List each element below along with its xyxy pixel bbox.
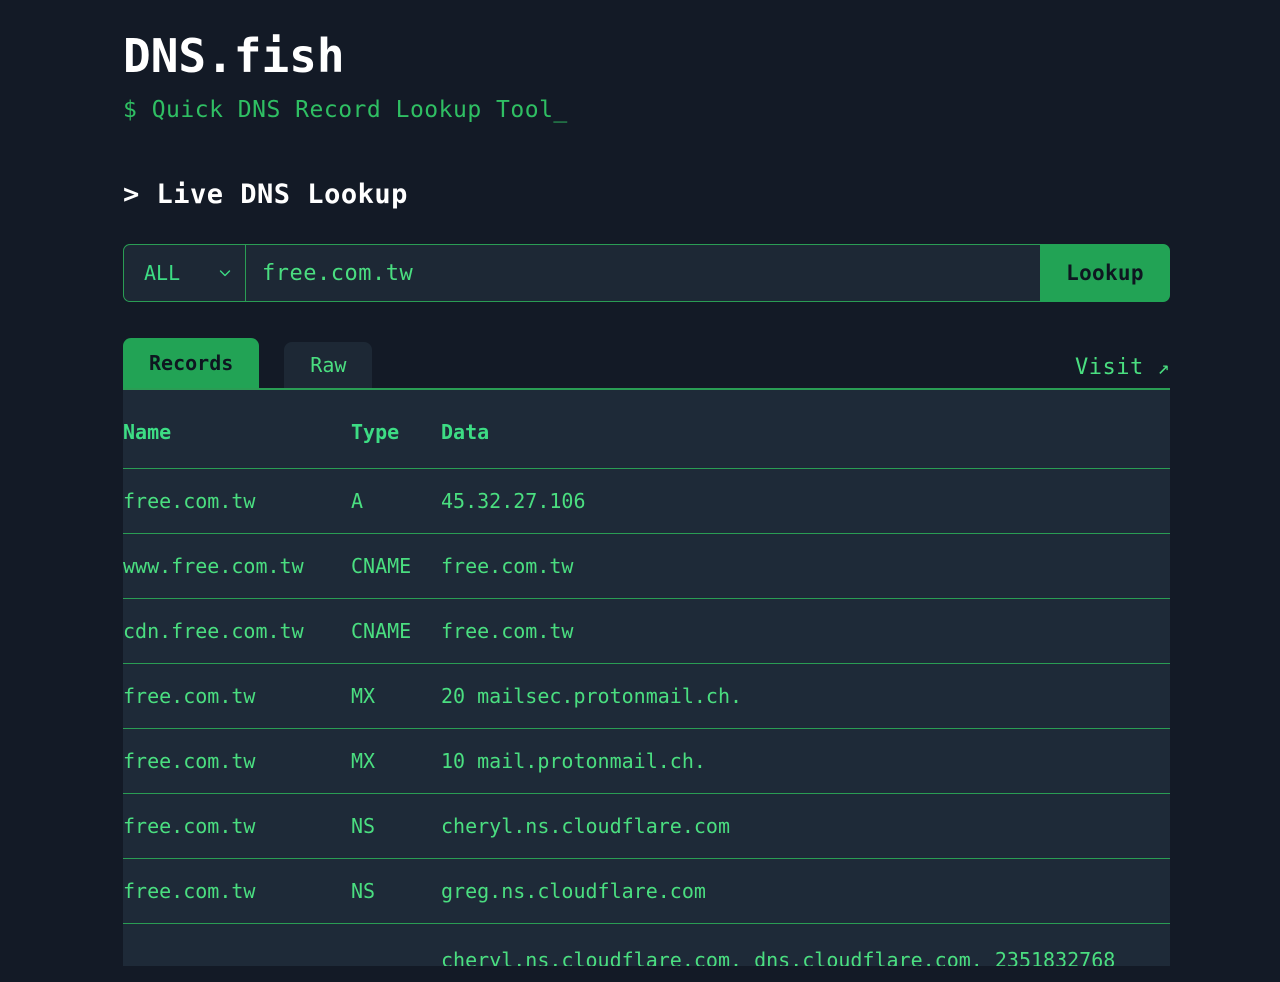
cell-name: free.com.tw [123, 468, 351, 535]
cell-type: MX [351, 663, 441, 730]
cell-data: greg.ns.cloudflare.com [441, 858, 1170, 925]
tab-raw[interactable]: Raw [284, 342, 373, 389]
table-row: free.com.tw NS greg.ns.cloudflare.com [123, 858, 1170, 925]
table-row: free.com.tw MX 20 mailsec.protonmail.ch. [123, 663, 1170, 730]
cell-type: NS [351, 793, 441, 860]
results-tabs: Records Raw Visit ↗ [123, 338, 1170, 389]
cell-name: free.com.tw [123, 923, 351, 967]
cell-data: cheryl.ns.cloudflare.com. dns.cloudflare… [441, 923, 1170, 967]
page-title: DNS.fish [123, 29, 345, 83]
cell-data: free.com.tw [441, 533, 1170, 600]
cell-name: free.com.tw [123, 663, 351, 730]
cell-type: CNAME [351, 598, 441, 665]
record-type-select-wrapper[interactable]: ALLAAAAACNAMEMXNSTXTSOA [123, 244, 245, 303]
records-table-head: Name Type Data [123, 390, 1170, 470]
table-row: free.com.tw MX 10 mail.protonmail.ch. [123, 728, 1170, 795]
tab-records[interactable]: Records [123, 338, 260, 389]
column-header-data: Data [441, 390, 1170, 470]
cell-name: www.free.com.tw [123, 533, 351, 600]
cell-name: cdn.free.com.tw [123, 598, 351, 665]
record-type-select[interactable]: ALLAAAAACNAMEMXNSTXTSOA [124, 245, 245, 302]
records-panel: Name Type Data free.com.tw A 45.32.27.106 w… [123, 388, 1170, 967]
column-header-name: Name [123, 390, 351, 470]
cell-data: 45.32.27.106 [441, 468, 1170, 535]
lookup-button[interactable]: Lookup [1040, 244, 1170, 303]
table-row: free.com.tw NS cheryl.ns.cloudflare.com [123, 793, 1170, 860]
cell-data: 20 mailsec.protonmail.ch. [441, 663, 1170, 730]
cell-type: NS [351, 858, 441, 925]
cell-name: free.com.tw [123, 793, 351, 860]
table-header-row: Name Type Data [123, 390, 1170, 470]
app-root: DNS.fish $ Quick DNS Record Lookup Tool_… [0, 0, 1280, 982]
cell-data: free.com.tw [441, 598, 1170, 665]
visit-link[interactable]: Visit ↗ [1075, 355, 1170, 388]
cell-name: free.com.tw [123, 728, 351, 795]
lookup-form: ALLAAAAACNAMEMXNSTXTSOA Lookup [123, 244, 1170, 303]
table-row: free.com.twSOAcheryl.ns.cloudflare.com. … [123, 923, 1170, 967]
column-header-type: Type [351, 390, 441, 470]
cell-type: A [351, 468, 441, 535]
cell-type: CNAME [351, 533, 441, 600]
domain-input[interactable] [245, 244, 1040, 303]
page-content: DNS.fish $ Quick DNS Record Lookup Tool_… [123, 0, 1170, 967]
external-link-arrow-icon: ↗ [1157, 355, 1170, 380]
table-row: www.free.com.tw CNAME free.com.tw [123, 533, 1170, 600]
section-heading-live-dns-lookup: > Live DNS Lookup [123, 179, 408, 211]
cell-type: SOA [351, 923, 441, 967]
cell-type: MX [351, 728, 441, 795]
table-row: free.com.tw A 45.32.27.106 [123, 468, 1170, 535]
cell-name: free.com.tw [123, 858, 351, 925]
tagline: $ Quick DNS Record Lookup Tool_ [123, 96, 568, 123]
cell-data: cheryl.ns.cloudflare.com [441, 793, 1170, 860]
records-table-body: free.com.tw A 45.32.27.106 www.free.com.tw C… [123, 468, 1170, 967]
table-row: cdn.free.com.tw CNAME free.com.tw [123, 598, 1170, 665]
visit-link-label: Visit [1074, 355, 1144, 381]
cell-data: 10 mail.protonmail.ch. [441, 728, 1170, 795]
records-table: Name Type Data free.com.tw A 45.32.27.106 w… [123, 390, 1170, 967]
